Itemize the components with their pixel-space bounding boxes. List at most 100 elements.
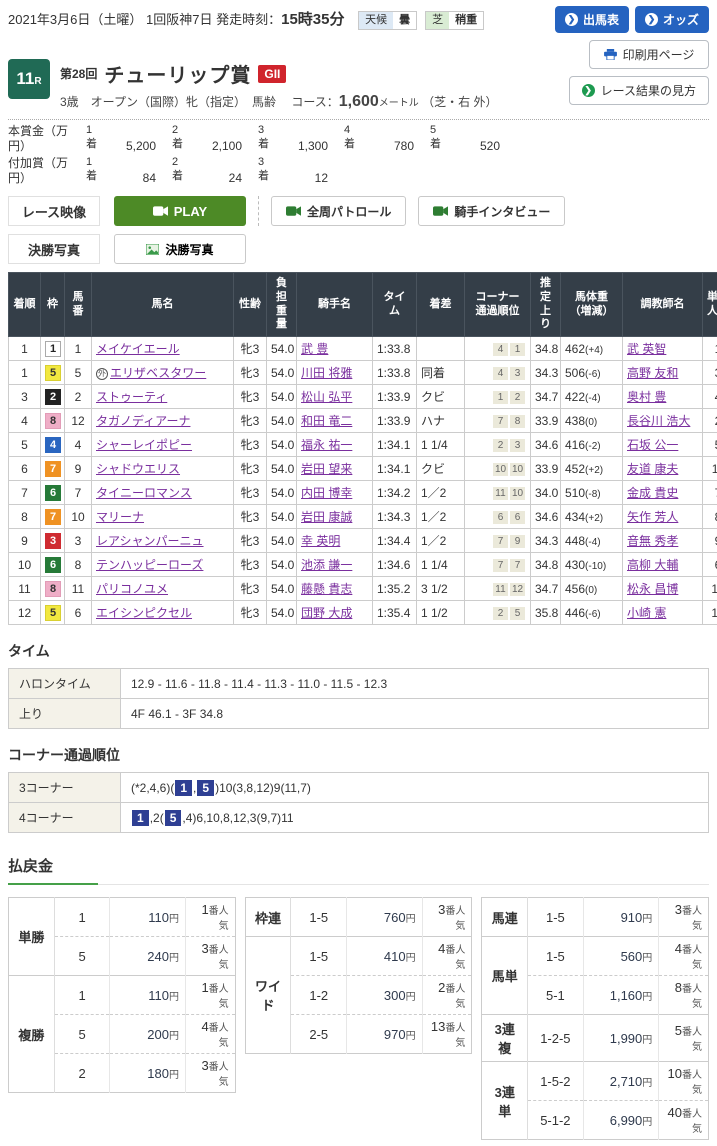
trainer-link[interactable]: 石坂 公一 xyxy=(627,438,678,452)
jockey-link[interactable]: 内田 博幸 xyxy=(301,486,352,500)
trainer-link[interactable]: 高野 友和 xyxy=(627,366,678,380)
prize-rank: 2 着 xyxy=(172,124,190,154)
prize-rank: 5 着 xyxy=(430,124,448,154)
horse-name-link[interactable]: シャドウエリス xyxy=(96,462,180,476)
chevron-right-icon: ❯ xyxy=(582,84,595,97)
jockey-link[interactable]: 団野 大成 xyxy=(301,606,352,620)
odds-button[interactable]: ❯オッズ xyxy=(635,6,709,33)
payout-amount: 760円 xyxy=(347,898,423,937)
popularity-suffix: 番人気 xyxy=(209,906,229,932)
payout-popularity: 40番人気 xyxy=(659,1101,709,1140)
popularity-suffix: 番人気 xyxy=(682,1109,702,1135)
payout-combination: 1 xyxy=(54,898,110,937)
horse-name-link[interactable]: ストゥーティ xyxy=(96,390,167,404)
finish-photo-button[interactable]: 決勝写真 xyxy=(114,234,246,264)
horse-name-link[interactable]: タガノディアーナ xyxy=(96,414,190,428)
win-popularity: 1 xyxy=(703,337,717,361)
trainer-link[interactable]: 奥村 豊 xyxy=(627,390,666,404)
horse-name-link[interactable]: テンハッピーローズ xyxy=(96,558,203,572)
win-popularity: 12 xyxy=(703,601,717,625)
horse-name-link[interactable]: レアシャンパーニュ xyxy=(96,534,204,548)
carried-weight: 54.0 xyxy=(267,361,297,385)
trainer-link[interactable]: 矢作 芳人 xyxy=(627,510,678,524)
jockey-link[interactable]: 川田 将雅 xyxy=(301,366,352,380)
trainer-link[interactable]: 高柳 大輔 xyxy=(627,558,678,572)
payout-row: 3連複1-2-51,990円5番人気 xyxy=(482,1015,709,1062)
play-button[interactable]: PLAY xyxy=(114,196,246,226)
trainer-link[interactable]: 友道 康夫 xyxy=(627,462,678,476)
time-table: ハロンタイム12.9 - 11.6 - 11.8 - 11.4 - 11.3 -… xyxy=(8,668,709,729)
finish-time: 1:33.9 xyxy=(373,409,417,433)
horse-name-link[interactable]: エリザベスタワー xyxy=(110,366,206,380)
trainer-link[interactable]: 金成 貴史 xyxy=(627,486,678,500)
corner-row-label: 4コーナー xyxy=(9,803,121,833)
prize-value: 84 xyxy=(104,171,156,186)
horse-name-link[interactable]: メイケイエール xyxy=(96,342,180,356)
payout-amount: 410円 xyxy=(347,937,423,976)
jockey-link[interactable]: 岩田 康誠 xyxy=(301,510,352,524)
finish-time: 1:35.2 xyxy=(373,577,417,601)
jockey-link[interactable]: 藤懸 貴志 xyxy=(301,582,352,596)
jockey-link[interactable]: 武 豊 xyxy=(301,342,328,356)
corner-position: 7 xyxy=(493,415,508,428)
frame-badge: 8 xyxy=(45,413,61,429)
popularity-suffix: 番人気 xyxy=(209,984,229,1010)
horse-name-link[interactable]: シャーレイポピー xyxy=(96,438,192,452)
payout-combination: 5 xyxy=(54,937,110,976)
jockey-link[interactable]: 松山 弘平 xyxy=(301,390,352,404)
jockey-link[interactable]: 岩田 望来 xyxy=(301,462,352,476)
popularity-suffix: 番人気 xyxy=(445,1023,465,1049)
horse-name-link[interactable]: マリーナ xyxy=(96,510,144,524)
time-row: ハロンタイム12.9 - 11.6 - 11.8 - 11.4 - 11.3 -… xyxy=(9,669,709,699)
frame-badge: 7 xyxy=(45,461,61,477)
yen-suffix: 円 xyxy=(406,953,416,964)
time-row-label: 上り xyxy=(9,699,121,729)
carried-weight: 54.0 xyxy=(267,409,297,433)
entries-button[interactable]: ❯出馬表 xyxy=(555,6,629,33)
weather-value: 曇 xyxy=(393,12,416,29)
horse-name-link[interactable]: パリコノユメ xyxy=(96,582,168,596)
last-3f: 34.8 xyxy=(531,337,561,361)
jockey-link[interactable]: 和田 竜二 xyxy=(301,414,352,428)
result-guide-button[interactable]: ❯レース結果の見方 xyxy=(569,76,709,105)
body-weight: 416 xyxy=(565,438,585,452)
jockey-link[interactable]: 幸 英明 xyxy=(301,534,340,548)
trainer-link[interactable]: 武 英智 xyxy=(627,342,666,356)
sex-age: 牝3 xyxy=(234,529,267,553)
result-row: 12 5 6 エイシンピクセル 牝3 54.0 団野 大成 1:35.4 1 1… xyxy=(9,601,717,625)
last-3f: 33.9 xyxy=(531,457,561,481)
column-header: 推 定 上 り xyxy=(531,273,561,337)
print-page-button[interactable]: 印刷用ページ xyxy=(589,40,709,69)
jockey-link[interactable]: 福永 祐一 xyxy=(301,438,352,452)
yen-suffix: 円 xyxy=(406,1031,416,1042)
horse-name-link[interactable]: エイシンピクセル xyxy=(96,606,192,620)
corner-row-value: 1,2(5,4)6,10,8,12,3(9,7)11 xyxy=(121,803,709,833)
body-weight-diff: (-4) xyxy=(585,393,601,404)
trainer-link[interactable]: 小崎 憲 xyxy=(627,606,666,620)
body-weight: 506 xyxy=(565,366,585,380)
winner-number-badge: 5 xyxy=(165,810,182,826)
corner-cell: 25 xyxy=(465,601,531,625)
prize-item: 2 着2,100 xyxy=(172,124,258,154)
patrol-video-button[interactable]: 全周パトロール xyxy=(271,196,406,226)
column-header: 馬 番 xyxy=(65,273,92,337)
trainer-link[interactable]: 松永 昌博 xyxy=(627,582,678,596)
trainer-link[interactable]: 長谷川 浩大 xyxy=(627,414,690,428)
prize-item: 3 着1,300 xyxy=(258,124,344,154)
carried-weight: 54.0 xyxy=(267,553,297,577)
jockey-link[interactable]: 池添 謙一 xyxy=(301,558,352,572)
horse-number: 2 xyxy=(65,385,92,409)
turf-condition-badge: 芝 稍重 xyxy=(425,11,484,30)
margin: 3 1/2 xyxy=(417,577,465,601)
body-weight: 422 xyxy=(565,390,585,404)
finish-position: 5 xyxy=(9,433,41,457)
horse-name-link[interactable]: タイニーロマンス xyxy=(96,486,192,500)
finish-position: 10 xyxy=(9,553,41,577)
body-weight: 430 xyxy=(565,558,585,572)
course-unit: メートル xyxy=(379,98,419,109)
finish-position: 11 xyxy=(9,577,41,601)
trainer-link[interactable]: 音無 秀孝 xyxy=(627,534,678,548)
jockey-interview-button[interactable]: 騎手インタビュー xyxy=(418,196,565,226)
finish-position: 12 xyxy=(9,601,41,625)
payout-combination: 5 xyxy=(54,1015,110,1054)
